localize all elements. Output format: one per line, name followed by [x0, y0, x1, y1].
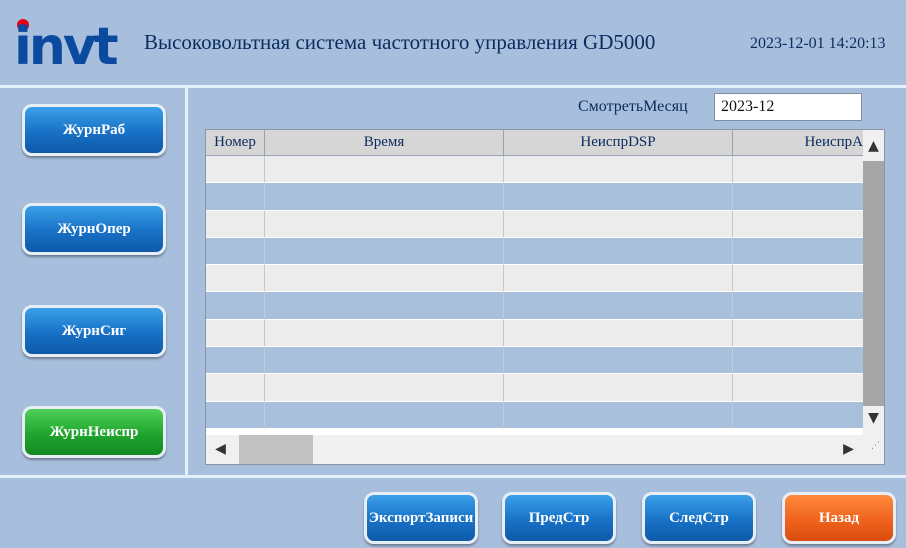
table-cell — [504, 292, 733, 320]
table-cell — [206, 265, 265, 293]
table-cell — [265, 210, 504, 238]
vertical-scrollbar[interactable]: ▲ ▼ — [863, 130, 884, 437]
scroll-left-icon[interactable]: ◀ — [210, 441, 231, 457]
table-cell — [733, 265, 864, 293]
svg-text:invt: invt — [14, 18, 118, 66]
table-row[interactable] — [206, 156, 864, 184]
vertical-scroll-thumb[interactable] — [863, 161, 884, 406]
table-cell — [733, 210, 864, 238]
table-cell — [733, 292, 864, 320]
table-row[interactable] — [206, 401, 864, 429]
table-cell — [206, 401, 265, 429]
sidebar-item-signal-log[interactable]: ЖурнСиг — [22, 305, 166, 357]
fault-log-table: Номер Время НеиспрDSP НеиспрА ▲ ▼ ◀ ▶ ⋰ — [205, 129, 885, 465]
table-cell — [733, 237, 864, 266]
table-row[interactable] — [206, 183, 864, 211]
column-header-time[interactable]: Время — [265, 130, 504, 156]
table-cell — [504, 183, 733, 211]
invt-logo: invt — [14, 18, 121, 66]
table-cell — [733, 156, 864, 184]
table-cell — [265, 292, 504, 320]
horizontal-scroll-thumb[interactable] — [239, 435, 313, 464]
table-cell — [265, 319, 504, 348]
header-bar: invt Высоковольтная система частотного у… — [0, 0, 906, 86]
sidebar-item-fault-log[interactable]: ЖурнНеиспр — [22, 406, 166, 458]
datetime-display: 2023-12-01 14:20:13 — [750, 35, 886, 52]
table-cell — [206, 347, 265, 375]
table-row[interactable] — [206, 319, 864, 348]
table-row[interactable] — [206, 265, 864, 293]
table-cell — [504, 319, 733, 348]
previous-page-button[interactable]: ПредСтр — [502, 492, 616, 544]
table-cell — [265, 183, 504, 211]
table-cell — [265, 156, 504, 184]
horizontal-scrollbar[interactable]: ◀ ▶ ⋰ — [206, 435, 884, 464]
table-cell — [206, 156, 265, 184]
back-button[interactable]: Назад — [782, 492, 896, 544]
scroll-up-icon[interactable]: ▲ — [863, 138, 884, 154]
table-cell — [733, 374, 864, 402]
table-cell — [206, 210, 265, 238]
next-page-button[interactable]: СледСтр — [642, 492, 756, 544]
table-cell — [504, 156, 733, 184]
table-cell — [733, 319, 864, 348]
table-cell — [206, 237, 265, 266]
table-cell — [504, 265, 733, 293]
export-records-button[interactable]: ЭкспортЗаписи — [364, 492, 478, 544]
header-divider — [0, 85, 906, 88]
sidebar-item-work-log[interactable]: ЖурнРаб — [22, 104, 166, 156]
footer-divider — [0, 475, 906, 478]
table-row[interactable] — [206, 374, 864, 402]
table-cell — [265, 401, 504, 429]
table-row[interactable] — [206, 347, 864, 375]
table-cell — [504, 347, 733, 375]
table-cell — [206, 183, 265, 211]
column-header-number[interactable]: Номер — [206, 130, 265, 156]
table-row[interactable] — [206, 292, 864, 320]
column-header-dsp-fault[interactable]: НеиспрDSP — [504, 130, 733, 156]
table-header: Номер Время НеиспрDSP НеиспрА — [206, 130, 864, 156]
view-month-label: СмотретьМесяц — [578, 98, 688, 115]
table-cell — [733, 347, 864, 375]
sidebar-divider — [185, 87, 188, 475]
resize-grip-icon[interactable]: ⋰ — [865, 441, 884, 451]
sidebar-item-operation-log[interactable]: ЖурнОпер — [22, 203, 166, 255]
column-header-a-fault[interactable]: НеиспрА — [733, 130, 864, 156]
month-input[interactable] — [714, 93, 862, 121]
table-cell — [265, 347, 504, 375]
table-cell — [504, 374, 733, 402]
table-cell — [206, 319, 265, 348]
table-cell — [733, 401, 864, 429]
table-cell — [504, 401, 733, 429]
table-cell — [265, 237, 504, 266]
scroll-right-icon[interactable]: ▶ — [838, 441, 859, 457]
table-cell — [504, 237, 733, 266]
scroll-down-icon[interactable]: ▼ — [863, 410, 884, 426]
table-cell — [206, 374, 265, 402]
table-body — [206, 156, 864, 429]
table-row[interactable] — [206, 210, 864, 238]
app-title: Высоковольтная система частотного управл… — [144, 30, 656, 54]
table-cell — [265, 265, 504, 293]
table-cell — [265, 374, 504, 402]
table-cell — [206, 292, 265, 320]
table-row[interactable] — [206, 237, 864, 266]
table-cell — [733, 183, 864, 211]
table-cell — [504, 210, 733, 238]
